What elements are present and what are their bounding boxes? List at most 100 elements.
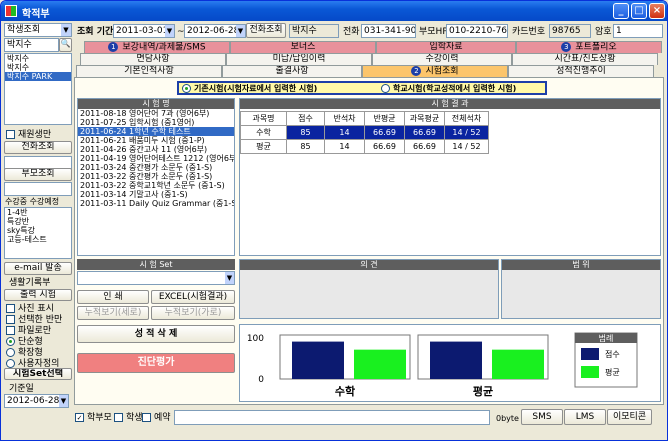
- tab-label: 보강내역/과제물/SMS: [122, 42, 206, 53]
- home-phone-field[interactable]: 031-341-9008: [361, 24, 416, 38]
- list-item[interactable]: sky특강: [5, 226, 71, 235]
- list-item[interactable]: 박지수: [5, 63, 71, 72]
- tab-counsel[interactable]: 면담사항: [80, 53, 226, 65]
- list-item[interactable]: 2011-07-25 입학시험 (중1영어): [78, 118, 234, 127]
- col-header: 전체석차: [444, 111, 489, 126]
- close-button[interactable]: ×: [649, 3, 665, 19]
- tab-grade-trend[interactable]: 성적진행추이: [508, 65, 654, 77]
- chevron-down-icon: ▼: [225, 272, 234, 284]
- table-row[interactable]: 평균 85 14 66.69 66.69 14 / 52: [240, 139, 489, 154]
- base-month-select[interactable]: 2012-06-28 ▼: [4, 394, 69, 408]
- print-button[interactable]: 인 쇄: [77, 290, 149, 304]
- preview-vertical-button[interactable]: 누적보기(세로): [77, 306, 149, 320]
- col-header: 반석차: [324, 111, 365, 126]
- tab-timetable[interactable]: 시간표/진도상황: [512, 53, 658, 65]
- tab-payment[interactable]: 미납/납입이력: [226, 53, 372, 65]
- table-cell: 수학: [240, 125, 287, 140]
- list-item[interactable]: 박지수 PARK: [5, 72, 71, 81]
- tab-number-badge: 3: [561, 42, 572, 52]
- list-item[interactable]: 2011-04-19 영어단어테스트 1212 (영어6부): [78, 154, 234, 163]
- email-send-button[interactable]: e-mail 발송: [4, 262, 72, 275]
- list-item[interactable]: 2011-03-22 중간평가 소문두 (중1-S): [78, 172, 234, 181]
- table-cell: 14: [324, 125, 365, 140]
- phone-lookup-top-button[interactable]: 전화조회: [246, 23, 286, 38]
- test-set-button[interactable]: 시험Set선택: [4, 368, 72, 380]
- mode-select[interactable]: 학생조회 ▼: [4, 23, 72, 37]
- parent-lookup-button[interactable]: 부모조회: [4, 168, 72, 181]
- list-item[interactable]: 2011-03-11 Daily Quiz Grammar (중1-S): [78, 199, 234, 208]
- tab-attendance[interactable]: 출결사항: [222, 65, 362, 77]
- chevron-down-icon: ▼: [61, 24, 71, 36]
- list-item[interactable]: 고등-테스트: [5, 235, 71, 244]
- excel-button[interactable]: EXCEL(시험결과): [151, 290, 235, 304]
- tab-makeup-sms[interactable]: 1 보강내역/과제물/SMS: [84, 41, 230, 53]
- tab-label: 성적진행추이: [556, 66, 606, 76]
- list-item[interactable]: 2011-04-26 중간고사 11 (영어6부): [78, 145, 234, 154]
- preview-horizontal-button[interactable]: 누적보기(가로): [151, 306, 235, 320]
- col-header: 반평균: [364, 111, 405, 126]
- student-search-input[interactable]: 박지수: [4, 38, 59, 52]
- legend-swatch: [581, 348, 599, 360]
- phone-lookup-button[interactable]: 전화조회: [4, 141, 72, 154]
- student-checkbox[interactable]: 학생: [114, 412, 143, 424]
- diagnostic-button[interactable]: 진단평가: [77, 353, 235, 373]
- list-item[interactable]: 박지수: [5, 54, 71, 63]
- list-item[interactable]: 특강반: [5, 217, 71, 226]
- tab-label: 포트폴리오: [575, 42, 617, 53]
- list-item[interactable]: 2011-08-18 영어단어 7과 (영어6부): [78, 109, 234, 118]
- list-item[interactable]: 2011-06-21 배품미두 시험 (중1-P): [78, 136, 234, 145]
- tab-label: 출결사항: [275, 66, 309, 76]
- parent-input[interactable]: [4, 182, 72, 196]
- legend-label: 점수: [605, 349, 620, 359]
- card-field[interactable]: 98765: [549, 24, 591, 38]
- tab-label: 보너스: [290, 42, 316, 52]
- list-item[interactable]: 2011-06-24 1학년 수학 테스트: [78, 127, 234, 136]
- parent-checkbox[interactable]: ✓ 학부모: [75, 412, 112, 424]
- existing-exam-radio[interactable]: 기존시험(시험자료에서 입력한 시험): [182, 83, 317, 95]
- reserve-checkbox[interactable]: 예약: [142, 412, 171, 424]
- tab-admission[interactable]: 입학자료: [376, 41, 516, 53]
- legend-title: 범례: [599, 333, 614, 343]
- col-header: 과목명: [240, 111, 287, 126]
- date-from-select[interactable]: 2011-03-01 ▼: [113, 24, 175, 38]
- lms-button[interactable]: LMS: [564, 409, 606, 425]
- list-item[interactable]: 1-4반: [5, 208, 71, 217]
- course-list[interactable]: 1-4반 특강반 sky특강 고등-테스트: [4, 207, 72, 259]
- exam-list-header: 시 험 명: [78, 99, 234, 109]
- table-cell: 평균: [240, 139, 287, 154]
- legend-swatch: [581, 366, 599, 378]
- single-label: 단순형: [18, 337, 43, 347]
- bar-점수: [430, 341, 482, 379]
- school-exam-radio[interactable]: 학교시험(학교성적에서 입력한 시험): [381, 83, 516, 95]
- main-window: 학적부 _ □ × 학생조회 ▼ 박지수 🔍 박지수 박지수 박지수 PARK 재…: [0, 0, 668, 441]
- tab-bonus[interactable]: 보너스: [230, 41, 376, 53]
- sms-message-input[interactable]: [174, 410, 490, 425]
- reserve-cb-label: 예약: [154, 413, 171, 423]
- opinion-panel[interactable]: 의 견: [239, 259, 499, 319]
- parent-hp-field[interactable]: 010-2210-7663: [446, 24, 508, 38]
- withdrawn-checkbox[interactable]: 재원생만: [6, 129, 51, 141]
- print-test-button[interactable]: 출력 시험: [4, 289, 72, 301]
- list-item[interactable]: 2011-03-24 중간평가 소문두 (중1-S): [78, 163, 234, 172]
- tab-basic-info[interactable]: 기본인적사항: [76, 65, 222, 77]
- emoticon-button[interactable]: 이모티콘: [607, 409, 652, 425]
- delete-grades-button[interactable]: 성 적 삭 제: [77, 325, 235, 343]
- date-to-select[interactable]: 2012-06-28 ▼: [184, 24, 246, 38]
- legend-label: 평균: [605, 367, 620, 377]
- tab-course-history[interactable]: 수강이력: [372, 53, 512, 65]
- range-panel[interactable]: 범 위: [501, 259, 661, 319]
- list-item[interactable]: 2011-03-14 기말고사 (중1-S): [78, 190, 234, 199]
- search-icon[interactable]: 🔍: [59, 38, 72, 52]
- sms-button[interactable]: SMS: [521, 409, 563, 425]
- tab-exam-lookup[interactable]: 2 시험조회: [362, 65, 508, 77]
- table-row[interactable]: 수학 85 14 66.69 66.69 14 / 52: [240, 125, 489, 140]
- minimize-button[interactable]: _: [613, 3, 629, 19]
- exam-set-select[interactable]: ▼: [77, 271, 235, 285]
- exam-list[interactable]: 시 험 명 2011-08-18 영어단어 7과 (영어6부) 2011-07-2…: [77, 98, 235, 256]
- student-list[interactable]: 박지수 박지수 박지수 PARK: [4, 53, 72, 125]
- pw-field[interactable]: 1: [613, 24, 663, 38]
- period-label: 조회 기간: [77, 27, 114, 37]
- tab-portfolio[interactable]: 3 포트폴리오: [516, 41, 662, 53]
- list-item[interactable]: 2011-03-22 중학교1학년 소문두 (중1-S): [78, 181, 234, 190]
- maximize-button[interactable]: □: [631, 3, 647, 19]
